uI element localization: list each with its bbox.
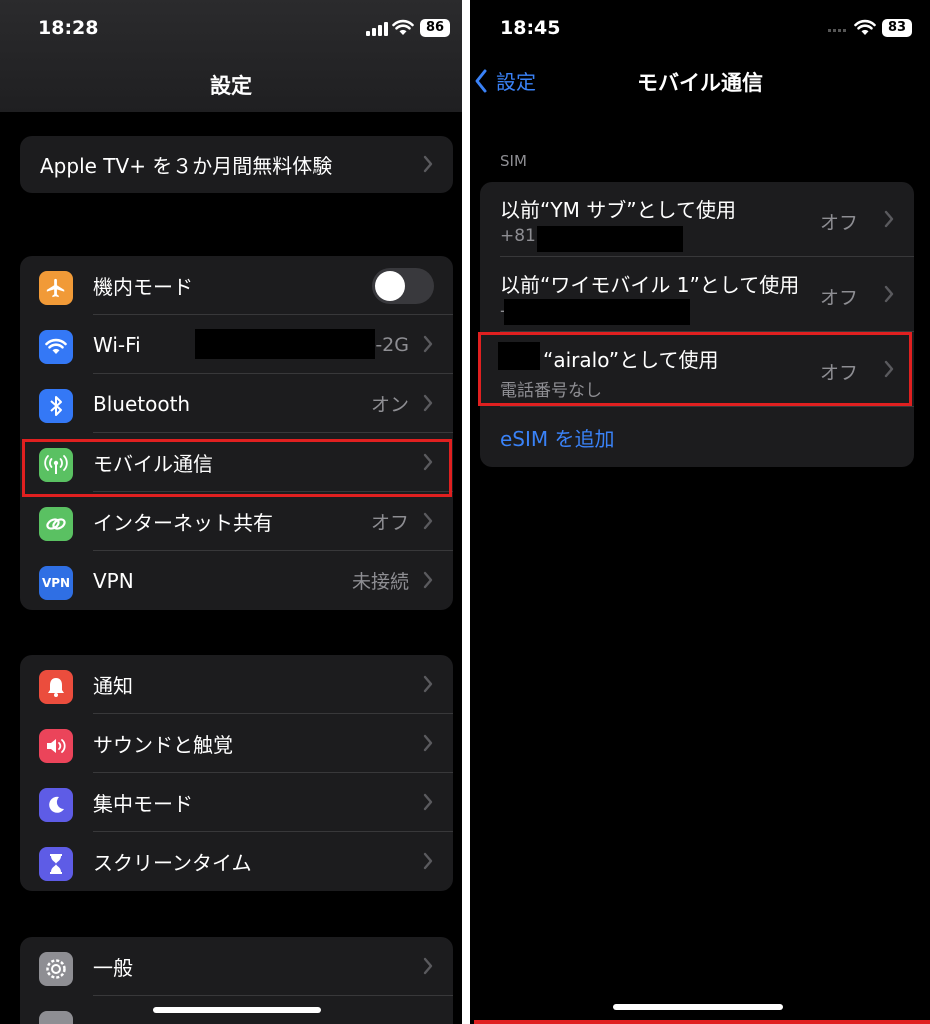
apple-tv-promo-row[interactable]: Apple TV+ を３か月間無料体験 (20, 136, 453, 193)
row-label: 集中モード (93, 792, 193, 816)
gear-icon (39, 952, 73, 986)
vpn-value: 未接続 (351, 571, 409, 593)
row-label: 通知 (93, 674, 133, 698)
bell-icon (39, 670, 73, 704)
bluetooth-row[interactable]: Bluetooth オン (20, 374, 453, 433)
mobile-data-highlight (22, 439, 452, 497)
bluetooth-value: オン (370, 394, 409, 416)
promo-group: Apple TV+ を３か月間無料体験 (20, 136, 453, 193)
sim-value: オフ (819, 212, 858, 234)
hotspot-value: オフ (370, 512, 409, 534)
airplane-icon (39, 271, 73, 305)
chevron-right-icon (423, 394, 433, 412)
personal-hotspot-row[interactable]: インターネット共有 オフ (20, 492, 453, 551)
back-button[interactable]: 設定 (474, 66, 536, 95)
control-center-icon (39, 1011, 73, 1024)
add-esim-button[interactable]: eSIM を追加 (480, 407, 914, 467)
row-label: スクリーンタイム (93, 851, 252, 875)
add-esim-label: eSIM を追加 (500, 427, 615, 451)
battery-icon: 83 (882, 19, 912, 37)
chevron-right-icon (423, 155, 433, 173)
chevron-right-icon (423, 957, 433, 975)
chevron-right-icon (423, 335, 433, 353)
panel-divider (462, 0, 470, 1024)
row-label: Wi-Fi (93, 332, 141, 357)
sim-title: 以前“ワイモバイル 1”として使用 (500, 273, 800, 297)
link-icon (39, 507, 73, 541)
chevron-right-icon (423, 734, 433, 752)
bottom-red-line (474, 1020, 930, 1024)
wifi-icon (39, 330, 73, 364)
hourglass-icon (39, 847, 73, 881)
status-bar: 18:28 86 (0, 0, 462, 56)
chevron-right-icon (423, 571, 433, 589)
cellular-signal-icon (366, 22, 388, 36)
redacted-network-name (195, 329, 375, 359)
wifi-value: -2G (375, 333, 409, 356)
back-label: 設定 (496, 70, 536, 94)
chevron-left-icon (475, 69, 487, 92)
sim-row[interactable]: 以前“YM サブ”として使用 +81 オフ (480, 182, 914, 257)
row-label: Bluetooth (93, 391, 191, 416)
airalo-highlight (478, 332, 912, 406)
chevron-right-icon (423, 852, 433, 870)
sim-title: 以前“YM サブ”として使用 (500, 198, 736, 222)
redacted-phone-number (504, 299, 690, 325)
general-row[interactable]: 一般 (20, 937, 453, 996)
page-title: 設定 (210, 74, 252, 98)
focus-row[interactable]: 集中モード (20, 773, 453, 832)
screen-time-row[interactable]: スクリーンタイム (20, 832, 453, 891)
status-time: 18:45 (500, 17, 561, 39)
row-label: 機内モード (93, 275, 193, 299)
chevron-right-icon (884, 210, 894, 228)
row-label: サウンドと触覚 (93, 733, 233, 757)
airplane-mode-toggle[interactable] (372, 268, 434, 304)
settings-screen: 18:28 86 設定 Apple TV+ を３か月間無料体験 機内モード Wi… (0, 0, 462, 1024)
sounds-row[interactable]: サウンドと触覚 (20, 714, 453, 773)
home-indicator (153, 1007, 321, 1013)
wifi-row[interactable]: Wi-Fi -2G (20, 315, 453, 374)
battery-icon: 86 (420, 19, 450, 37)
chevron-right-icon (884, 285, 894, 303)
sim-group: 以前“YM サブ”として使用 +81 オフ 以前“ワイモバイル 1”として使用 … (480, 182, 914, 467)
sim-row[interactable]: 以前“ワイモバイル 1”として使用 - オフ (480, 257, 914, 332)
chevron-right-icon (423, 512, 433, 530)
redacted-phone-number (537, 226, 683, 252)
vpn-row[interactable]: VPN VPN 未接続 (20, 551, 453, 610)
row-label: インターネット共有 (93, 511, 273, 535)
airplane-mode-row: 機内モード (20, 256, 453, 315)
notifications-group: 通知 サウンドと触覚 集中モード スクリーンタイム (20, 655, 453, 891)
chevron-right-icon (423, 675, 433, 693)
row-label: VPN (93, 568, 134, 593)
moon-icon (39, 788, 73, 822)
page-title: モバイル通信 (637, 71, 763, 95)
sim-section-header: SIM (500, 152, 527, 170)
home-indicator (613, 1004, 783, 1010)
bluetooth-icon (39, 389, 73, 423)
mobile-data-screen: 18:45 83 設定 モバイル通信 SIM 以前“YM サブ”として使用 +8… (470, 0, 930, 1024)
status-bar: 18:45 83 (470, 0, 930, 56)
cellular-signal-icon (828, 29, 846, 32)
vpn-icon: VPN (39, 566, 73, 600)
status-time: 18:28 (38, 17, 99, 39)
connectivity-group: 機内モード Wi-Fi -2G Bluetooth オン モバイル通信 インター… (20, 256, 453, 610)
wifi-status-icon (392, 19, 414, 35)
speaker-icon (39, 729, 73, 763)
row-label: 一般 (93, 956, 133, 980)
promo-label: Apple TV+ を３か月間無料体験 (40, 154, 333, 178)
sim-subtitle: +81 (500, 226, 536, 246)
notifications-row[interactable]: 通知 (20, 655, 453, 714)
wifi-status-icon (854, 19, 876, 35)
chevron-right-icon (423, 793, 433, 811)
sim-value: オフ (819, 287, 858, 309)
